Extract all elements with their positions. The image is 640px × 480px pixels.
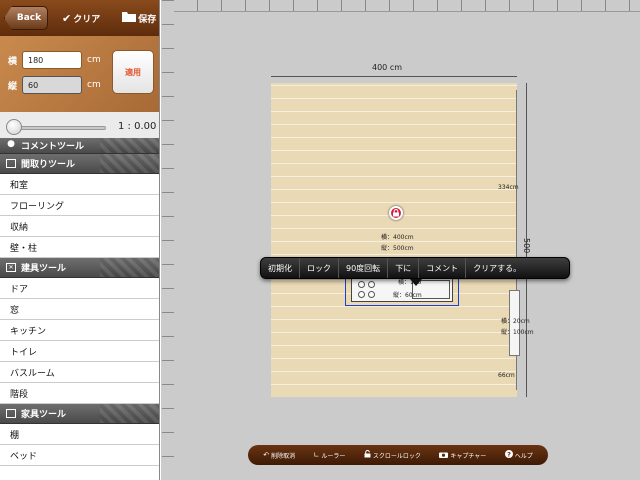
checkmark-icon: ✔ xyxy=(62,11,72,25)
context-menu: 初期化 ロック 90度回転 下に コメント クリアする。 xyxy=(260,257,570,279)
tool-list: ● コメントツール 間取りツール 和室 フローリング 収納 壁・柱 ✕ 建具ツー… xyxy=(0,138,159,466)
vertical-ruler xyxy=(162,0,174,480)
undo-delete-button[interactable]: ↶ 削除取消 xyxy=(263,451,295,460)
top-toolbar: Back ✔ クリア 保存 xyxy=(0,0,159,36)
list-item[interactable]: 壁・柱 xyxy=(0,237,159,258)
width-unit: cm xyxy=(87,55,101,65)
burner-icon xyxy=(368,291,375,298)
depth-unit: cm xyxy=(87,80,101,90)
list-item[interactable]: キッチン xyxy=(0,320,159,341)
section-comment-tool[interactable]: ● コメントツール xyxy=(0,138,159,154)
bottom-toolbar: ↶ 削除取消 ∟ ルーラー スクロールロック キャプチャー ? ヘルプ xyxy=(248,445,548,465)
padlock-icon xyxy=(364,450,371,460)
size-panel: 横 cm 縦 cm 適用 xyxy=(0,36,159,112)
scale-value: 1 : 0.00 xyxy=(118,121,157,132)
folder-icon xyxy=(122,11,137,25)
save-label: 保存 xyxy=(138,14,157,25)
list-item[interactable]: 収納 xyxy=(0,216,159,237)
list-item[interactable]: 窓 xyxy=(0,299,159,320)
speech-bubble-icon: ● xyxy=(7,139,15,149)
save-button[interactable]: 保存 xyxy=(122,0,156,36)
room-width-label: 400 cm xyxy=(372,63,403,72)
furniture-depth-readout: 縦：60cm xyxy=(393,292,422,299)
list-item[interactable]: 棚 xyxy=(0,424,159,445)
depth-label: 縦 xyxy=(8,82,18,92)
room-depth-label: 500 xyxy=(522,238,531,254)
menu-item-lock[interactable]: ロック xyxy=(300,258,339,278)
segment-top-label: 334cm xyxy=(498,184,519,191)
capture-button[interactable]: キャプチャー xyxy=(439,451,486,460)
horizontal-ruler xyxy=(174,0,640,12)
list-item[interactable]: ドア xyxy=(0,278,159,299)
menu-item-comment[interactable]: コメント xyxy=(419,258,467,278)
fixture-icon: ✕ xyxy=(6,263,16,272)
width-dimension-line xyxy=(271,76,517,77)
section-furniture-tool[interactable]: 家具ツール xyxy=(0,404,159,424)
width-input[interactable] xyxy=(22,51,82,69)
undo-icon: ↶ xyxy=(263,451,270,459)
ruler-button[interactable]: ∟ ルーラー xyxy=(314,451,346,460)
width-label: 横 xyxy=(8,57,18,67)
room-width-readout: 横：400cm xyxy=(381,234,414,241)
list-item[interactable]: 和室 xyxy=(0,174,159,195)
depth-input[interactable] xyxy=(22,76,82,94)
section-label: コメントツール xyxy=(21,142,85,152)
floorplan-icon xyxy=(6,159,16,168)
section-fixture-tool[interactable]: ✕ 建具ツール xyxy=(0,258,159,278)
list-item[interactable]: ベッド xyxy=(0,445,159,466)
list-item[interactable]: トイレ xyxy=(0,341,159,362)
section-label: 家具ツール xyxy=(21,410,67,420)
undo-label: 削除取消 xyxy=(271,452,296,460)
lock-icon[interactable] xyxy=(389,206,403,220)
ruler-label: ルーラー xyxy=(321,452,346,460)
section-label: 間取りツール xyxy=(21,160,76,170)
list-item[interactable]: フローリング xyxy=(0,195,159,216)
back-button[interactable]: Back xyxy=(4,6,48,30)
scroll-lock-button[interactable]: スクロールロック xyxy=(364,450,421,460)
sidebar: Back ✔ クリア 保存 横 cm 縦 cm 適用 1 : 0.00 ● コメ… xyxy=(0,0,160,480)
fixture-depth-readout: 縦：100cm xyxy=(501,329,534,336)
section-layout-tool[interactable]: 間取りツール xyxy=(0,154,159,174)
ruler-icon: ∟ xyxy=(313,451,320,459)
help-button[interactable]: ? ヘルプ xyxy=(504,450,533,460)
apply-button[interactable]: 適用 xyxy=(112,50,154,94)
clear-label: クリア xyxy=(73,14,101,25)
scale-slider-thumb[interactable] xyxy=(6,119,22,135)
list-item[interactable]: バスルーム xyxy=(0,362,159,383)
burner-icon xyxy=(368,281,375,288)
menu-item-send-back[interactable]: 下に xyxy=(388,258,420,278)
help-icon: ? xyxy=(504,450,513,460)
fixture-width-readout: 横：20cm xyxy=(501,318,530,325)
svg-text:?: ? xyxy=(507,450,511,458)
clear-button[interactable]: ✔ クリア xyxy=(62,0,100,36)
segment-bottom-label: 66cm xyxy=(498,372,515,379)
help-label: ヘルプ xyxy=(514,452,533,460)
burner-icon xyxy=(358,291,365,298)
section-label: 建具ツール xyxy=(21,264,67,274)
menu-item-reset[interactable]: 初期化 xyxy=(261,258,300,278)
menu-item-rotate[interactable]: 90度回転 xyxy=(339,258,389,278)
scroll-lock-label: スクロールロック xyxy=(372,452,421,460)
menu-pointer-arrow xyxy=(410,279,422,286)
camera-icon xyxy=(439,451,449,460)
menu-item-clear[interactable]: クリアする。 xyxy=(466,258,528,278)
room-depth-readout: 縦：500cm xyxy=(381,245,414,252)
capture-label: キャプチャー xyxy=(450,452,487,460)
burner-icon xyxy=(358,281,365,288)
scale-slider-track[interactable] xyxy=(14,126,106,130)
list-item[interactable]: 階段 xyxy=(0,383,159,404)
furniture-icon xyxy=(6,409,16,418)
